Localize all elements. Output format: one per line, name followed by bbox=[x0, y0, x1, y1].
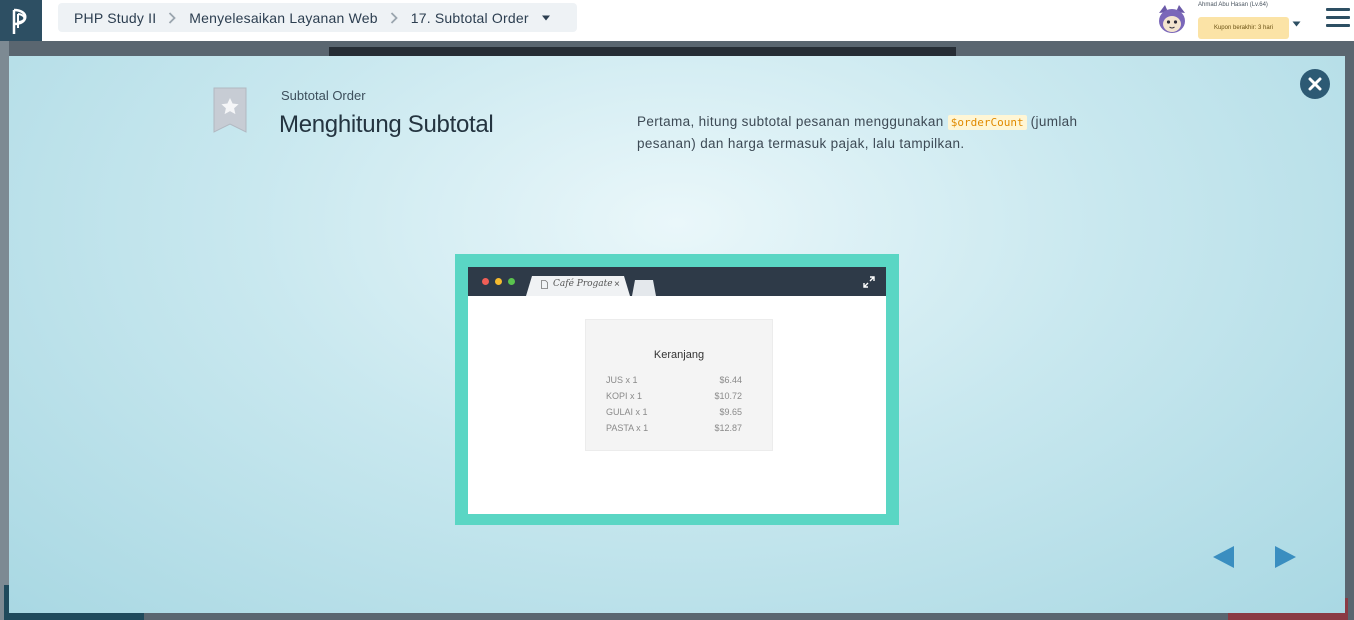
cart-item-name: PASTA x 1 bbox=[606, 423, 649, 433]
slide-subtitle: Subtotal Order bbox=[281, 88, 366, 103]
code-snippet: $orderCount bbox=[947, 115, 1027, 130]
avatar[interactable] bbox=[1156, 3, 1188, 37]
menu-bar bbox=[1326, 24, 1350, 27]
window-maximize-dot bbox=[508, 278, 515, 285]
cart-item-name: GULAI x 1 bbox=[606, 407, 648, 417]
cart-title: Keranjang bbox=[653, 349, 705, 361]
hamburger-menu-icon[interactable] bbox=[1326, 8, 1350, 28]
cart-item-price: $10.72 bbox=[714, 391, 742, 401]
cart-item-price: $9.65 bbox=[719, 407, 742, 417]
illustration-frame: Café Progate × Keranjang JUS x 1 $6.44 K… bbox=[455, 254, 899, 525]
arrow-right-icon[interactable] bbox=[1273, 545, 1297, 574]
user-name: Ahmad Abu Hasan (Lv.64) bbox=[1198, 2, 1268, 8]
breadcrumb-lesson[interactable]: 17. Subtotal Order bbox=[411, 10, 529, 26]
page-icon bbox=[541, 280, 548, 289]
progate-logo-icon[interactable] bbox=[0, 0, 42, 41]
cart-row: KOPI x 1 $10.72 bbox=[606, 391, 742, 401]
close-icon: × bbox=[614, 279, 620, 290]
breadcrumb-chapter[interactable]: Menyelesaikan Layanan Web bbox=[189, 10, 377, 26]
caret-down-icon[interactable] bbox=[1292, 14, 1301, 32]
arrow-left-icon[interactable] bbox=[1212, 545, 1236, 574]
cart-row: PASTA x 1 $12.87 bbox=[606, 423, 742, 433]
slide-modal: Subtotal Order Menghitung Subtotal Perta… bbox=[9, 56, 1345, 613]
breadcrumb: PHP Study II Menyelesaikan Layanan Web 1… bbox=[58, 3, 577, 32]
chevron-right-icon bbox=[390, 11, 398, 24]
cart-item-name: KOPI x 1 bbox=[606, 391, 643, 401]
slide-description: Pertama, hitung subtotal pesanan menggun… bbox=[637, 111, 1127, 154]
breadcrumb-course[interactable]: PHP Study II bbox=[74, 10, 156, 26]
coupon-badge: Kupon berakhir: 3 hari bbox=[1198, 17, 1289, 39]
caret-down-icon[interactable] bbox=[541, 15, 551, 21]
window-close-dot bbox=[482, 278, 489, 285]
slide-title: Menghitung Subtotal bbox=[279, 111, 494, 138]
cart-panel: Keranjang JUS x 1 $6.44 KOPI x 1 $10.72 … bbox=[585, 319, 773, 451]
top-bar: PHP Study II Menyelesaikan Layanan Web 1… bbox=[0, 0, 1354, 41]
bookmark-star-icon bbox=[213, 87, 247, 138]
browser-toolbar: Café Progate × bbox=[468, 267, 886, 296]
background-sidebar bbox=[0, 41, 9, 620]
menu-bar bbox=[1326, 8, 1350, 11]
close-icon[interactable] bbox=[1300, 69, 1330, 99]
browser-mockup: Café Progate × Keranjang JUS x 1 $6.44 K… bbox=[468, 267, 886, 514]
browser-tab-label: Café Progate bbox=[553, 279, 613, 289]
description-text: Pertama, hitung subtotal pesanan menggun… bbox=[637, 114, 948, 129]
cart-item-price: $12.87 bbox=[714, 423, 742, 433]
menu-bar bbox=[1326, 16, 1350, 19]
expand-icon bbox=[863, 275, 875, 293]
cart-item-price: $6.44 bbox=[719, 375, 742, 385]
browser-new-tab bbox=[632, 280, 656, 296]
cart-row: JUS x 1 $6.44 bbox=[606, 375, 742, 385]
chevron-right-icon bbox=[168, 11, 177, 24]
cart-item-name: JUS x 1 bbox=[606, 375, 638, 385]
window-minimize-dot bbox=[495, 278, 502, 285]
cart-row: GULAI x 1 $9.65 bbox=[606, 407, 742, 417]
